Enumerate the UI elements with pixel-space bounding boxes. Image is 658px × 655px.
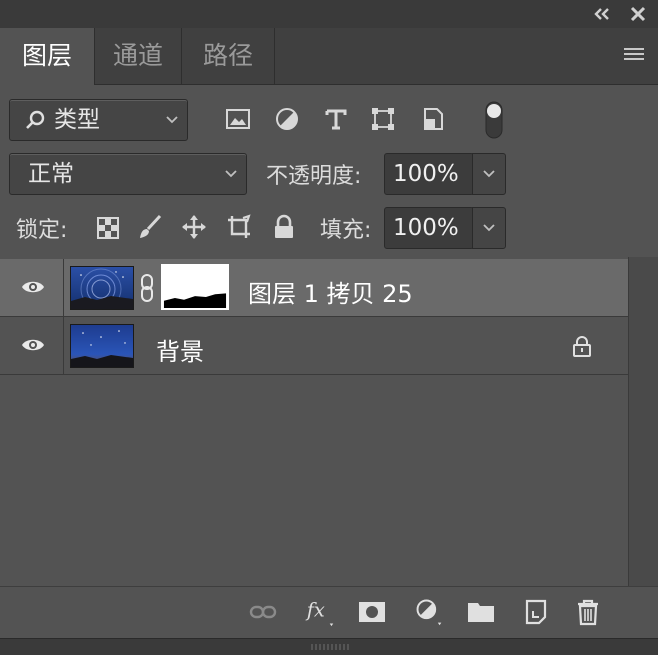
- filter-type-dropdown[interactable]: 类型: [9, 99, 188, 141]
- visibility-cell[interactable]: [0, 259, 64, 316]
- fx-icon[interactable]: fx: [305, 597, 335, 627]
- layer-mask-thumbnail[interactable]: [161, 264, 229, 310]
- opacity-label: 不透明度:: [266, 164, 362, 189]
- lock-transparent-pixels-icon[interactable]: [95, 215, 121, 241]
- blend-mode-dropdown[interactable]: 正常: [9, 153, 247, 195]
- tab-layers[interactable]: 图层: [0, 28, 95, 85]
- smart-object-filter-icon[interactable]: [420, 106, 446, 132]
- new-layer-icon[interactable]: [521, 597, 551, 627]
- grip-icon: [311, 644, 349, 650]
- layer-row[interactable]: 背景: [0, 317, 628, 375]
- double-chevron-left-icon[interactable]: [592, 4, 612, 24]
- opacity-input[interactable]: 100%: [384, 153, 474, 195]
- folder-icon[interactable]: [466, 597, 496, 627]
- opacity-slider-button[interactable]: [472, 153, 506, 195]
- add-mask-icon[interactable]: [357, 597, 387, 627]
- lock-image-pixels-icon[interactable]: [137, 214, 163, 240]
- filter-toggle-switch[interactable]: [483, 100, 505, 140]
- eye-icon[interactable]: [21, 279, 45, 295]
- filter-type-label: 类型: [54, 107, 100, 133]
- tab-channels[interactable]: 通道: [95, 28, 182, 84]
- layer-row[interactable]: 图层 1 拷贝 25: [0, 259, 628, 317]
- fill-label: 填充:: [320, 218, 372, 243]
- layer-thumbnail: [70, 324, 134, 368]
- layers-bottom-toolbar: fx: [0, 586, 658, 639]
- svg-text:fx: fx: [305, 598, 325, 621]
- type-filter-icon[interactable]: [323, 106, 349, 132]
- fill-value: 100%: [393, 215, 459, 241]
- opacity-value: 100%: [393, 161, 459, 187]
- layers-scrollbar[interactable]: [628, 257, 658, 587]
- fill-slider-button[interactable]: [472, 207, 506, 249]
- layer-lock-icon: [573, 336, 591, 357]
- layers-panel: 图层 通道 路径 类型 正常 不透明度: 100% 锁定: 填充: 100% 图…: [0, 0, 658, 655]
- visibility-cell[interactable]: [0, 317, 64, 374]
- chevron-down-icon: [225, 170, 237, 178]
- layers-list: 图层 1 拷贝 25 背景: [0, 257, 628, 587]
- blend-mode-value: 正常: [28, 161, 74, 187]
- lock-label: 锁定:: [16, 218, 68, 243]
- chevron-down-icon: [483, 170, 495, 178]
- adjustment-filter-icon[interactable]: [274, 106, 300, 132]
- lock-position-icon[interactable]: [181, 214, 207, 240]
- shape-filter-icon[interactable]: [370, 106, 396, 132]
- chain-link-icon[interactable]: [138, 273, 156, 303]
- layer-thumbnail: [70, 266, 134, 310]
- eye-icon[interactable]: [21, 337, 45, 353]
- panel-menu-icon[interactable]: [624, 48, 644, 62]
- panel-titlebar: [0, 0, 658, 29]
- adjustment-layer-icon[interactable]: [414, 597, 444, 627]
- layer-name[interactable]: 图层 1 拷贝 25: [248, 274, 413, 309]
- panel-tabs: 图层 通道 路径: [0, 28, 658, 85]
- trash-icon[interactable]: [573, 597, 603, 627]
- image-filter-icon[interactable]: [225, 106, 251, 132]
- search-icon: [26, 110, 45, 129]
- close-icon[interactable]: [628, 4, 648, 24]
- lock-all-icon[interactable]: [271, 214, 297, 240]
- chevron-down-icon: [483, 224, 495, 232]
- chevron-down-icon: [166, 116, 178, 124]
- panel-resize-grip[interactable]: [0, 638, 658, 655]
- lock-artboard-icon[interactable]: [226, 214, 252, 240]
- link-layers-icon[interactable]: [248, 597, 278, 627]
- tab-paths[interactable]: 路径: [182, 28, 275, 84]
- fill-input[interactable]: 100%: [384, 207, 474, 249]
- layer-name[interactable]: 背景: [156, 332, 204, 367]
